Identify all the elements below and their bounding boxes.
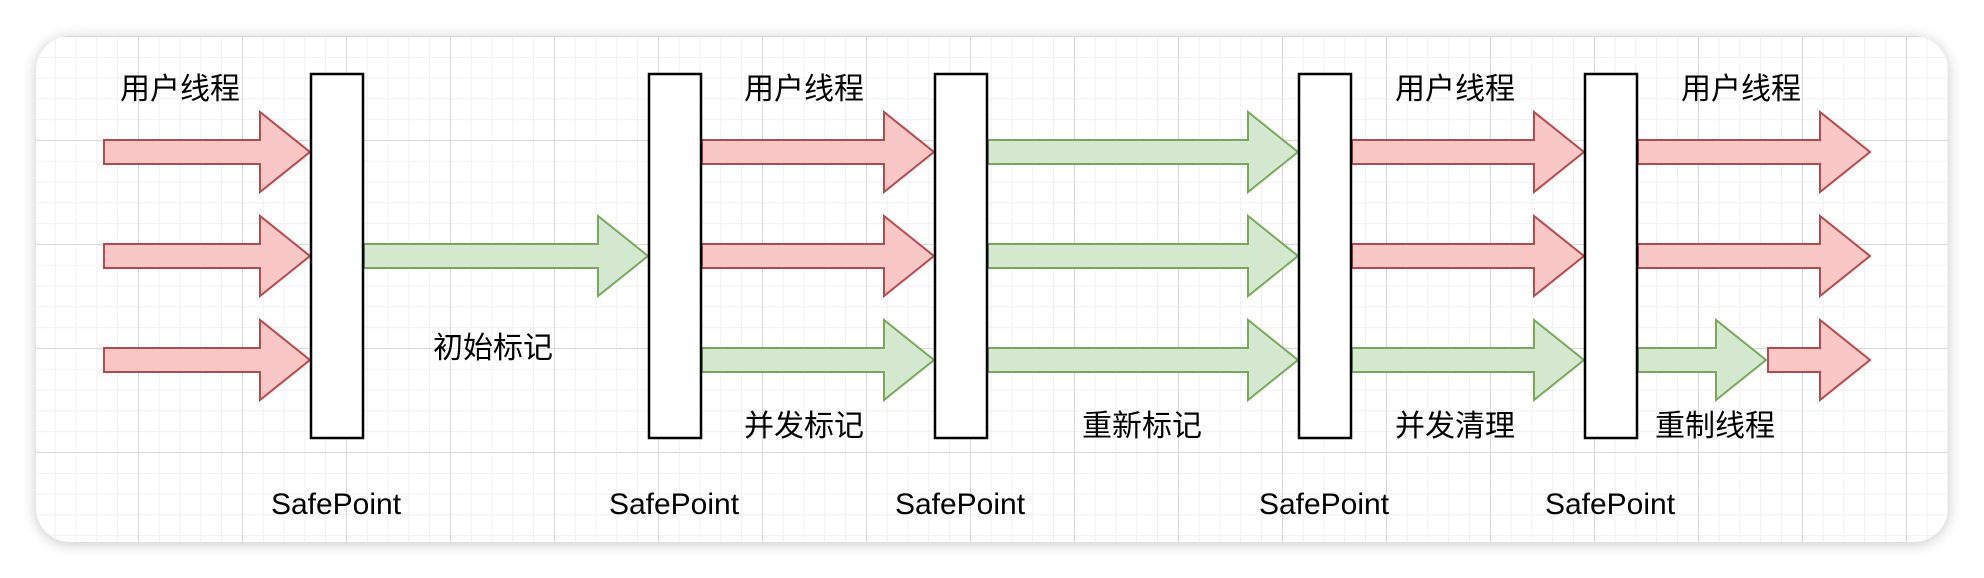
user-thread-arrow [1351,109,1586,195]
safepoint-label: SafePoint [895,488,1026,521]
safepoint-label: SafePoint [1259,488,1390,521]
safepoint-bar [1297,72,1353,440]
gc-thread-arrow [987,213,1300,299]
user-thread-arrow [103,213,312,299]
user-thread-arrow [103,317,312,403]
safepoint-label: SafePoint [609,488,740,521]
initial-mark-label: 初始标记 [433,331,553,366]
user-thread-arrow [1351,213,1586,299]
gc-thread-arrow [987,109,1300,195]
user-thread-label: 用户线程 [744,72,864,107]
user-thread-arrow [701,213,936,299]
user-thread-arrow [701,109,936,195]
user-thread-arrow [103,109,312,195]
safepoint-bar [309,72,365,440]
reset-thread-label: 重制线程 [1655,409,1775,444]
gc-thread-arrow [701,317,936,403]
concurrent-sweep-label: 并发清理 [1395,409,1515,444]
user-thread-label: 用户线程 [120,72,240,107]
safepoint-bar [1583,72,1639,440]
safepoint-bar [933,72,989,440]
user-thread-arrow [1637,109,1872,195]
reset-thread-arrow [1637,317,1768,403]
gc-thread-arrow [1351,317,1586,403]
user-thread-label: 用户线程 [1681,72,1801,107]
user-thread-label: 用户线程 [1395,72,1515,107]
gc-thread-arrow [363,213,650,299]
remark-label: 重新标记 [1082,409,1202,444]
gc-phase-diagram: .ua { fill: #f8c7c6; stroke: #b8494b; st… [103,72,1872,521]
safepoint-label: SafePoint [1545,488,1676,521]
safepoint-bar [647,72,703,440]
safepoint-label: SafePoint [271,488,402,521]
user-thread-arrow [1637,213,1872,299]
gc-thread-arrow [987,317,1300,403]
user-thread-arrow [1767,317,1872,403]
concurrent-mark-label: 并发标记 [744,409,864,444]
